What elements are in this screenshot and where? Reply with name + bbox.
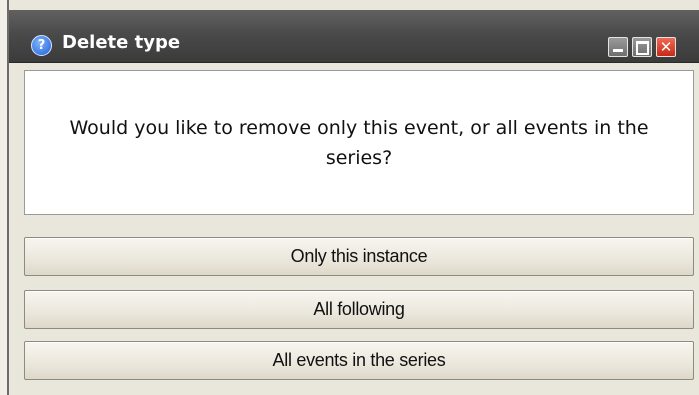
- delete-type-dialog: ? Delete type ✕ Would you like to remove…: [7, 0, 699, 395]
- only-this-instance-button[interactable]: Only this instance: [24, 237, 694, 276]
- close-button[interactable]: ✕: [656, 37, 676, 57]
- window-title: Delete type: [62, 32, 181, 53]
- all-following-button[interactable]: All following: [24, 290, 694, 329]
- title-bar[interactable]: ? Delete type ✕: [9, 10, 699, 63]
- message-panel: Would you like to remove only this event…: [24, 70, 694, 215]
- maximize-button[interactable]: [632, 37, 652, 57]
- minimize-button[interactable]: [608, 37, 628, 57]
- dialog-message: Would you like to remove only this event…: [69, 116, 649, 169]
- all-events-in-series-button[interactable]: All events in the series: [24, 341, 694, 380]
- help-icon: ?: [31, 35, 52, 56]
- close-icon: ✕: [659, 38, 673, 56]
